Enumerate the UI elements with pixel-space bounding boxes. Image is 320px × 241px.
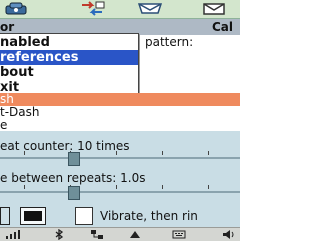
list-item[interactable]: t-Dash	[0, 106, 240, 119]
between-repeats-slider[interactable]	[0, 185, 240, 200]
mail-icon[interactable]	[136, 1, 164, 16]
slider-track	[0, 157, 240, 159]
vibrate-checkbox[interactable]	[75, 207, 93, 225]
slider-thumb[interactable]	[68, 186, 80, 200]
slider-tick	[24, 185, 25, 189]
envelope-icon[interactable]	[202, 1, 228, 16]
slider-tick	[116, 185, 117, 189]
phone-icon[interactable]	[4, 1, 30, 16]
connectivity-icon[interactable]	[128, 229, 142, 240]
pattern-field[interactable]	[138, 50, 241, 92]
menu-item-preferences[interactable]: references	[0, 50, 138, 65]
menu-item-label: references	[0, 50, 79, 65]
bluetooth-icon[interactable]	[54, 229, 64, 240]
slider-tick	[162, 151, 163, 155]
slider-tick	[116, 151, 117, 155]
slider-tick	[208, 185, 209, 189]
context-menu: nabled references bout xit	[0, 33, 139, 95]
menu-item-enabled[interactable]: nabled	[0, 35, 138, 50]
slider-tick	[208, 151, 209, 155]
app-title: or	[0, 20, 15, 34]
title-right-text: Cal	[212, 20, 234, 34]
tab-bar	[0, 0, 240, 19]
repeat-counter-slider[interactable]	[0, 151, 240, 166]
menu-item-label: nabled	[0, 35, 50, 50]
color-swatch-selected[interactable]	[20, 207, 46, 225]
between-repeats-label: e between repeats: 1.0s	[0, 171, 146, 185]
menu-item-label: bout	[0, 65, 34, 80]
menu-item-about[interactable]: bout	[0, 65, 138, 80]
signal-icon[interactable]	[5, 229, 21, 240]
vibrate-label: Vibrate, then rin	[100, 209, 198, 223]
pattern-list: sh t-Dash e	[0, 93, 240, 132]
slider-thumb[interactable]	[68, 152, 80, 166]
pattern-label: pattern:	[145, 35, 194, 49]
color-swatch[interactable]	[0, 207, 10, 225]
settings-panel: eat counter: 10 times e between repeats:…	[0, 131, 240, 227]
swatch-fill	[24, 211, 42, 221]
volume-icon[interactable]	[222, 229, 236, 240]
network-icon[interactable]	[90, 229, 104, 240]
slider-track	[0, 191, 240, 193]
slider-tick	[162, 185, 163, 189]
slider-tick	[24, 151, 25, 155]
status-bar	[0, 227, 240, 241]
keyboard-icon[interactable]	[172, 229, 186, 240]
transfer-icon[interactable]	[80, 1, 106, 16]
